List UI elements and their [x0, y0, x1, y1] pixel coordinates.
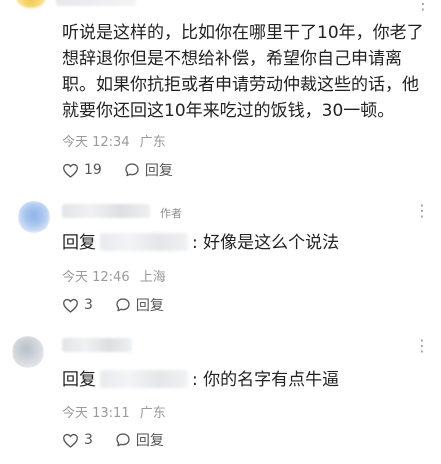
avatar[interactable] [12, 336, 44, 368]
like-button[interactable]: 19 [62, 162, 102, 178]
comment-meta: 今天 12:46 上海 [62, 266, 172, 285]
author-tag: 作者 [160, 207, 182, 220]
like-button[interactable]: 3 [62, 432, 93, 448]
like-count: 3 [84, 297, 93, 313]
avatar[interactable] [16, 0, 46, 8]
username-blurred[interactable] [62, 338, 132, 352]
comment-text-line: 回复 : 好像是这么个说法 [62, 231, 339, 255]
comment-text-line: 回复 : 你的名字有点牛逼 [62, 368, 339, 392]
reply-button[interactable]: 回复 [124, 160, 173, 180]
comment-text: : 你的名字有点牛逼 [192, 370, 340, 390]
speech-bubble-icon [125, 163, 139, 177]
comment-location: 上海 [139, 270, 166, 285]
comment-location: 广东 [139, 135, 166, 150]
comment-time: 今天 12:34 [62, 135, 130, 150]
more-dots-icon[interactable]: ⋮ [415, 0, 431, 13]
comment-text: : 好像是这么个说法 [192, 233, 340, 253]
more-dots-icon[interactable]: ⋮ [414, 201, 431, 220]
comment-time: 今天 13:11 [62, 406, 130, 421]
comment-actions: 3 回复 [62, 295, 186, 315]
reply-prefix: 回复 [62, 370, 96, 390]
mentioned-user-blurred[interactable] [100, 370, 188, 388]
like-count: 3 [84, 432, 93, 448]
reply-label: 回复 [135, 433, 164, 449]
comment-actions: 3 回复 [62, 430, 186, 450]
heart-outline-icon [63, 163, 78, 178]
like-count: 19 [84, 162, 102, 178]
comment-actions: 19 回复 [62, 160, 195, 180]
mentioned-user-blurred[interactable] [100, 233, 188, 251]
avatar[interactable] [18, 201, 50, 233]
reply-label: 回复 [135, 298, 164, 314]
reply-prefix: 回复 [62, 233, 96, 253]
comment-text: 听说是这样的，比如你在哪里干了10年，你老了想辞退你但是不想给补偿，希望你自己申… [62, 23, 424, 121]
more-dots-icon[interactable]: ⋮ [414, 336, 431, 355]
reply-button[interactable]: 回复 [115, 295, 164, 315]
comment-time: 今天 12:46 [62, 270, 130, 285]
speech-bubble-icon [116, 433, 130, 447]
like-button[interactable]: 3 [62, 297, 93, 313]
reply-label: 回复 [144, 163, 173, 179]
comment-meta: 今天 12:34 广东 [62, 131, 172, 150]
heart-outline-icon [63, 298, 78, 313]
comment-location: 广东 [139, 406, 166, 421]
speech-bubble-icon [116, 298, 130, 312]
reply-button[interactable]: 回复 [115, 430, 164, 450]
username-blurred[interactable] [62, 204, 150, 218]
comment-meta: 今天 13:11 广东 [62, 402, 172, 421]
username-blurred[interactable] [56, 0, 136, 6]
heart-outline-icon [63, 433, 78, 448]
